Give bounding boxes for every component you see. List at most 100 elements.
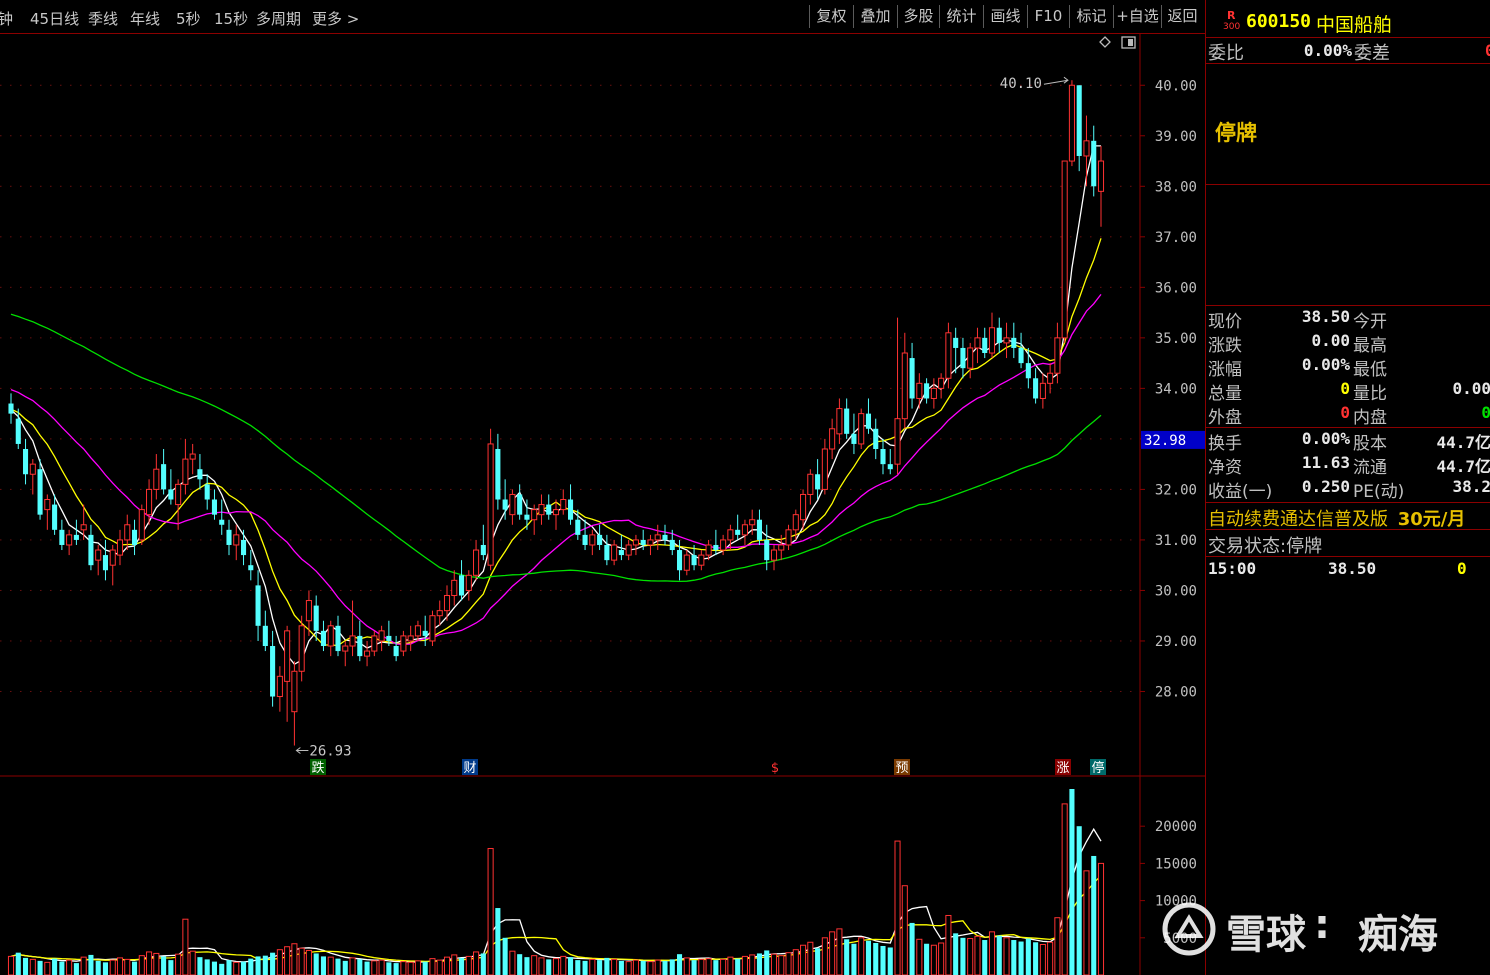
add-watchlist-button[interactable]: +自选 xyxy=(1113,5,1161,28)
trade-status-label: 交易状态: xyxy=(1208,536,1287,557)
period-tab-more[interactable]: 更多 > xyxy=(312,8,359,29)
period-tab-15sec[interactable]: 15秒 xyxy=(214,8,248,29)
candle-body xyxy=(538,504,545,516)
price-tick-label: 37.00 xyxy=(1155,230,1197,246)
volume-bar xyxy=(1047,941,1054,975)
volume-bar xyxy=(589,958,596,975)
candle-body xyxy=(226,529,232,545)
candle-body xyxy=(662,534,668,540)
volume-bar xyxy=(255,956,261,975)
quote-value: 38.2 xyxy=(1452,477,1490,496)
period-tab-45day[interactable]: 45日线 xyxy=(30,8,79,29)
quote-value: 0 xyxy=(1340,403,1350,422)
quote-row: 收益(一) 0.250 PE(动) 38.2 xyxy=(1206,477,1490,502)
candle-body xyxy=(698,554,705,566)
candle-body xyxy=(248,565,254,571)
quote-value: 0.00% xyxy=(1301,429,1350,448)
period-tab-year[interactable]: 年线 xyxy=(130,8,160,29)
volume-bar xyxy=(727,956,734,975)
volume-bar xyxy=(1025,938,1031,975)
candle-body xyxy=(611,544,618,561)
candle-body xyxy=(654,534,661,541)
volume-bar xyxy=(80,956,87,975)
price-tick-label: 35.00 xyxy=(1155,331,1197,347)
volume-bar xyxy=(436,959,443,975)
volume-bars xyxy=(7,789,1105,975)
volume-bar xyxy=(364,961,370,975)
event-marker-label: 跌 xyxy=(311,760,324,776)
volume-bar xyxy=(713,960,719,975)
volume-bar xyxy=(124,958,131,975)
price-tick-label: 30.00 xyxy=(1155,583,1197,599)
volume-bar xyxy=(95,960,101,975)
volume-bar xyxy=(785,952,792,975)
period-tab-5sec[interactable]: 5秒 xyxy=(176,8,201,29)
promo-link[interactable]: 自动续费通达信普及版 30元/月 xyxy=(1208,505,1465,531)
volume-bar xyxy=(880,945,886,975)
f10-button[interactable]: F10 xyxy=(1027,5,1069,28)
volume-bar xyxy=(7,955,15,975)
volume-tick-label: 20000 xyxy=(1155,819,1197,835)
volume-bar xyxy=(1076,826,1082,975)
ma5-line xyxy=(10,145,1101,666)
window-icon[interactable] xyxy=(1121,36,1136,49)
fuquan-button[interactable]: 复权 xyxy=(809,5,853,28)
candle-body xyxy=(1068,84,1075,162)
volume-bar xyxy=(342,960,348,975)
quote-label: 流通 xyxy=(1353,458,1387,478)
volume-bar xyxy=(226,960,232,975)
candle-body xyxy=(59,529,65,545)
volume-bar xyxy=(88,954,94,975)
snowball-logo-icon xyxy=(1162,902,1216,956)
draw-line-button[interactable]: 画线 xyxy=(983,5,1027,28)
candle-body xyxy=(625,544,632,556)
volume-bar xyxy=(305,949,312,975)
quote-label: 最低 xyxy=(1353,360,1387,380)
candle-body xyxy=(502,499,508,510)
overlay-button[interactable]: 叠加 xyxy=(853,5,897,28)
candle-body xyxy=(901,352,908,420)
volume-bar xyxy=(407,961,414,975)
period-tab-multi[interactable]: 多周期 xyxy=(256,8,301,29)
candle-body xyxy=(313,605,319,631)
volume-bar xyxy=(422,961,428,975)
candle-body xyxy=(792,514,799,531)
volume-bar xyxy=(735,958,741,975)
candle-body xyxy=(161,464,167,490)
volume-bar xyxy=(52,958,58,975)
candle-body xyxy=(618,550,624,556)
high-arrow xyxy=(1043,76,1069,85)
promo-text: 自动续费通达信普及版 xyxy=(1208,509,1388,530)
volume-bar xyxy=(683,957,690,975)
candle-body xyxy=(414,625,421,637)
candlestick-series xyxy=(8,80,1105,746)
quote-value: 0 xyxy=(1340,379,1350,398)
candle-body xyxy=(80,524,87,531)
volume-bar xyxy=(102,962,109,975)
quote-value: 0 xyxy=(1416,403,1490,422)
tick-time: 15:00 xyxy=(1208,559,1257,578)
multi-stock-button[interactable]: 多股 xyxy=(897,5,939,28)
volume-bar xyxy=(720,958,727,975)
candle-body xyxy=(1011,337,1017,348)
quote-value: 44.7亿 xyxy=(1436,457,1490,476)
kline-chart[interactable]: 40.0039.0038.0037.0036.0035.0034.0033.00… xyxy=(0,34,1205,975)
candle-body xyxy=(764,539,770,561)
volume-bar xyxy=(654,959,661,975)
quote-value: 0.00 xyxy=(1311,331,1350,350)
volume-bar xyxy=(371,960,378,975)
mark-button[interactable]: 标记 xyxy=(1069,5,1113,28)
candle-body xyxy=(967,347,974,369)
period-tab-quarter[interactable]: 季线 xyxy=(88,8,118,29)
quote-value: 11.63 xyxy=(1301,453,1350,472)
volume-bar xyxy=(495,908,501,975)
volume-bar xyxy=(901,885,908,975)
back-button[interactable]: 返回 xyxy=(1161,5,1203,28)
candle-body xyxy=(669,539,675,551)
statistics-button[interactable]: 统计 xyxy=(939,5,983,28)
divider xyxy=(1206,502,1490,503)
period-tab-minute[interactable]: 钟 xyxy=(0,8,13,29)
diamond-icon[interactable] xyxy=(1099,36,1111,48)
candle-body xyxy=(735,529,741,535)
volume-bar xyxy=(865,940,872,975)
